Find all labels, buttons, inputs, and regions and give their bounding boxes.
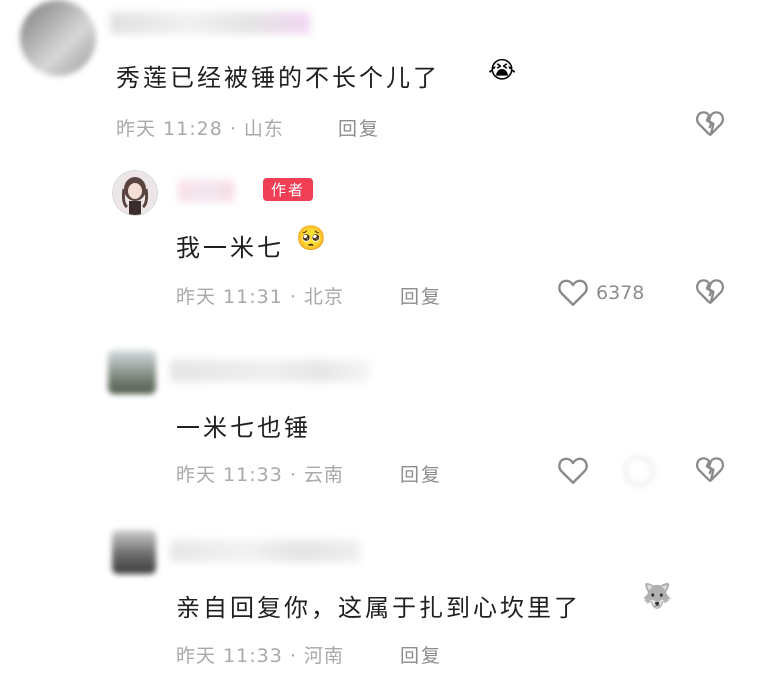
- username-blurred[interactable]: [110, 12, 310, 34]
- comment-text: 我一米七: [176, 234, 284, 262]
- avatar[interactable]: [112, 170, 158, 216]
- reply-button[interactable]: 回复: [400, 641, 442, 668]
- husky-dog-emoji-icon: 🐺: [642, 582, 672, 610]
- broken-heart-icon[interactable]: [693, 106, 727, 140]
- author-badge: 作者: [263, 178, 314, 201]
- avatar[interactable]: [112, 530, 156, 574]
- comment-meta: 昨天 11:31 · 北京: [176, 286, 344, 308]
- pleading-face-emoji-icon: 🥺: [296, 224, 326, 252]
- like-count-blurred: [624, 456, 654, 486]
- comment-meta: 昨天 11:33 · 云南: [176, 464, 344, 486]
- girl-avatar-icon: [121, 177, 149, 215]
- username-blurred[interactable]: [178, 180, 234, 202]
- comment-text: 秀莲已经被锤的不长个儿了: [116, 64, 440, 92]
- heart-outline-icon[interactable]: [555, 274, 591, 310]
- username-blurred[interactable]: [170, 360, 370, 382]
- broken-heart-icon[interactable]: [693, 452, 727, 486]
- avatar[interactable]: [20, 0, 96, 76]
- username-blurred[interactable]: [170, 540, 360, 562]
- reply-button[interactable]: 回复: [338, 114, 380, 141]
- comment-meta: 昨天 11:33 · 河南: [176, 645, 344, 667]
- comment-text: 一米七也锤: [176, 414, 311, 442]
- comment-text: 亲自回复你，这属于扎到心坎里了: [176, 594, 581, 622]
- reply-button[interactable]: 回复: [400, 282, 442, 309]
- laughing-crying-emoji-icon: 😭: [488, 56, 517, 84]
- avatar[interactable]: [108, 350, 156, 394]
- reply-button[interactable]: 回复: [400, 460, 442, 487]
- heart-outline-icon[interactable]: [555, 452, 591, 488]
- broken-heart-icon[interactable]: [693, 274, 727, 308]
- like-count: 6378: [596, 282, 645, 304]
- comment-meta: 昨天 11:28 · 山东: [116, 118, 284, 140]
